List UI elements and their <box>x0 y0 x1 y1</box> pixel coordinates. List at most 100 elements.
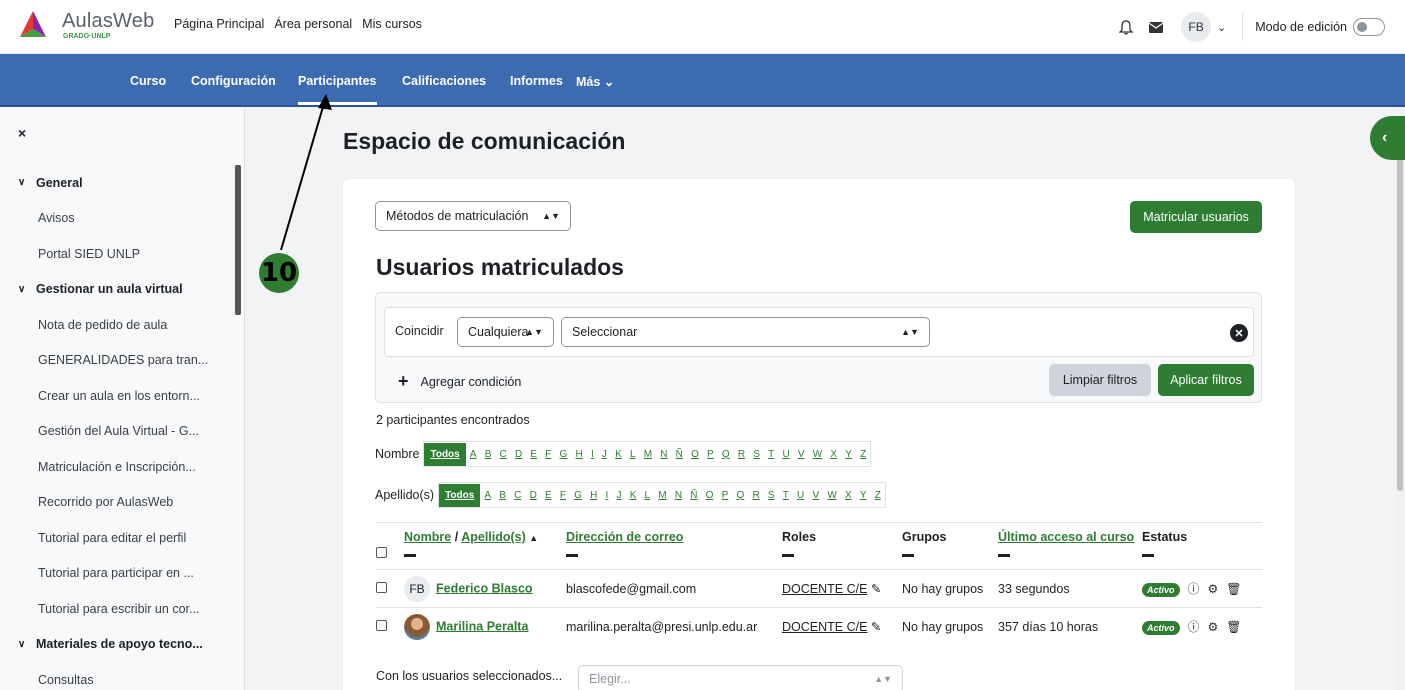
letter-filter[interactable]: N <box>671 490 686 501</box>
letter-filter[interactable]: Ñ <box>672 449 687 460</box>
letter-filter[interactable]: S <box>764 490 779 501</box>
role-link[interactable]: DOCENTE C/E <box>782 620 867 634</box>
collapse-column-icon[interactable] <box>1142 554 1154 557</box>
drawer-item[interactable]: Avisos <box>0 201 232 237</box>
nav-home[interactable]: Página Principal <box>174 17 264 31</box>
tab-participantes[interactable]: Participantes <box>298 74 377 105</box>
letter-filter[interactable]: B <box>495 490 510 501</box>
letter-filter[interactable]: Q <box>732 490 748 501</box>
letter-filter[interactable]: R <box>748 490 763 501</box>
drawer-item[interactable]: Tutorial para escribir un cor... <box>0 591 232 627</box>
bell-icon[interactable] <box>1115 16 1137 38</box>
letter-filter[interactable]: R <box>734 449 749 460</box>
collapse-column-icon[interactable] <box>404 554 416 557</box>
role-link[interactable]: DOCENTE C/E <box>782 582 867 596</box>
drawer-item[interactable]: Matriculación e Inscripción... <box>0 449 232 485</box>
nav-personal[interactable]: Área personal <box>274 17 352 31</box>
drawer-item[interactable]: Tutorial para editar el perfil <box>0 520 232 556</box>
user-profile-link[interactable]: Marilina Peralta <box>436 619 528 633</box>
letter-filter[interactable]: A <box>466 449 481 460</box>
tab-informes[interactable]: Informes <box>510 74 563 88</box>
letter-filter[interactable]: Y <box>856 490 871 501</box>
letter-filter[interactable]: U <box>793 490 808 501</box>
letter-filter[interactable]: E <box>541 490 556 501</box>
info-icon[interactable]: ⓘ <box>1188 580 1200 597</box>
letter-filter[interactable]: X <box>826 449 841 460</box>
letter-filter[interactable]: Z <box>856 449 870 460</box>
select-all-checkbox[interactable] <box>376 547 387 558</box>
letter-filter[interactable]: A <box>480 490 495 501</box>
drawer-item[interactable]: Crear un aula en los entorn... <box>0 378 232 414</box>
drawer-item[interactable]: GENERALIDADES para tran... <box>0 343 232 379</box>
site-logo[interactable]: AulasWeb GRADO·UNLP <box>18 8 158 46</box>
letter-filter[interactable]: O <box>702 490 718 501</box>
letter-filter[interactable]: C <box>510 490 525 501</box>
user-avatar[interactable]: FB <box>1181 12 1212 42</box>
drawer-item[interactable]: Gestión del Aula Virtual - G... <box>0 414 232 450</box>
letter-filter[interactable]: M <box>654 490 671 501</box>
letter-filter[interactable]: Y <box>841 449 856 460</box>
gear-icon[interactable]: ⚙ <box>1208 582 1219 596</box>
collapse-column-icon[interactable] <box>782 554 794 557</box>
letter-filter[interactable]: K <box>626 490 641 501</box>
letter-filter[interactable]: F <box>541 449 555 460</box>
drawer-item[interactable]: Portal SIED UNLP <box>0 236 232 272</box>
match-select[interactable]: Cualquiera ▲▼ <box>457 317 554 347</box>
drawer-section[interactable]: ∨ Materiales de apoyo tecno... <box>0 627 232 663</box>
letter-filter[interactable]: D <box>525 490 540 501</box>
drawer-item[interactable]: Tutorial para participar en ... <box>0 556 232 592</box>
letter-filter[interactable]: X <box>841 490 856 501</box>
letter-filter[interactable]: N <box>656 449 671 460</box>
letter-filter[interactable]: U <box>778 449 793 460</box>
user-profile-link[interactable]: Federico Blasco <box>436 581 533 595</box>
drawer-item[interactable]: Consultas <box>0 662 232 690</box>
letter-filter[interactable]: W <box>809 449 827 460</box>
letter-filter[interactable]: F <box>556 490 570 501</box>
tab-curso[interactable]: Curso <box>130 74 166 88</box>
letter-filter[interactable]: I <box>601 490 612 501</box>
letter-filter[interactable]: D <box>511 449 526 460</box>
collapse-column-icon[interactable] <box>902 554 914 557</box>
letter-filter[interactable]: Z <box>871 490 885 501</box>
letter-filter[interactable]: G <box>555 449 571 460</box>
row-checkbox[interactable] <box>376 619 387 631</box>
drawer-scrollbar[interactable] <box>235 165 241 315</box>
trash-icon[interactable]: 🗑 <box>1226 620 1241 634</box>
clear-filters-button[interactable]: Limpiar filtros <box>1049 364 1151 396</box>
letter-filter[interactable]: T <box>779 490 793 501</box>
envelope-icon[interactable] <box>1145 16 1167 38</box>
collapse-column-icon[interactable] <box>566 554 578 557</box>
info-icon[interactable]: ⓘ <box>1188 618 1200 635</box>
letter-filter[interactable]: J <box>598 449 611 460</box>
letter-filter[interactable]: S <box>749 449 764 460</box>
collapse-column-icon[interactable] <box>998 554 1010 557</box>
trash-icon[interactable]: 🗑 <box>1226 582 1241 596</box>
tab-calificaciones[interactable]: Calificaciones <box>402 74 486 88</box>
letter-filter-all[interactable]: Todos <box>424 442 466 466</box>
letter-filter[interactable]: V <box>794 449 809 460</box>
pencil-icon[interactable]: ✎ <box>871 620 881 634</box>
tab-mas[interactable]: Más ⌄ <box>576 74 614 89</box>
row-checkbox[interactable] <box>376 581 387 593</box>
letter-filter[interactable]: O <box>687 449 703 460</box>
letter-filter[interactable]: L <box>626 449 640 460</box>
enrol-users-button[interactable]: Matricular usuarios <box>1130 201 1262 233</box>
edit-mode-toggle[interactable] <box>1353 18 1385 36</box>
add-condition-button[interactable]: + Agregar condición <box>398 371 521 392</box>
gear-icon[interactable]: ⚙ <box>1208 620 1219 634</box>
apply-filters-button[interactable]: Aplicar filtros <box>1158 364 1254 396</box>
chevron-down-icon[interactable]: ∨ <box>18 284 36 295</box>
letter-filter[interactable]: C <box>495 449 510 460</box>
letter-filter[interactable]: J <box>612 490 625 501</box>
letter-filter[interactable]: M <box>640 449 657 460</box>
letter-filter[interactable]: P <box>703 449 718 460</box>
chevron-down-icon[interactable]: ∨ <box>18 639 36 650</box>
letter-filter[interactable]: H <box>571 449 586 460</box>
letter-filter[interactable]: H <box>586 490 601 501</box>
letter-filter[interactable]: Ñ <box>686 490 701 501</box>
pencil-icon[interactable]: ✎ <box>871 582 881 596</box>
page-scrollbar[interactable] <box>1395 107 1405 690</box>
letter-filter-all[interactable]: Todos <box>439 483 481 507</box>
letter-filter[interactable]: Q <box>718 449 734 460</box>
letter-filter[interactable]: V <box>808 490 823 501</box>
